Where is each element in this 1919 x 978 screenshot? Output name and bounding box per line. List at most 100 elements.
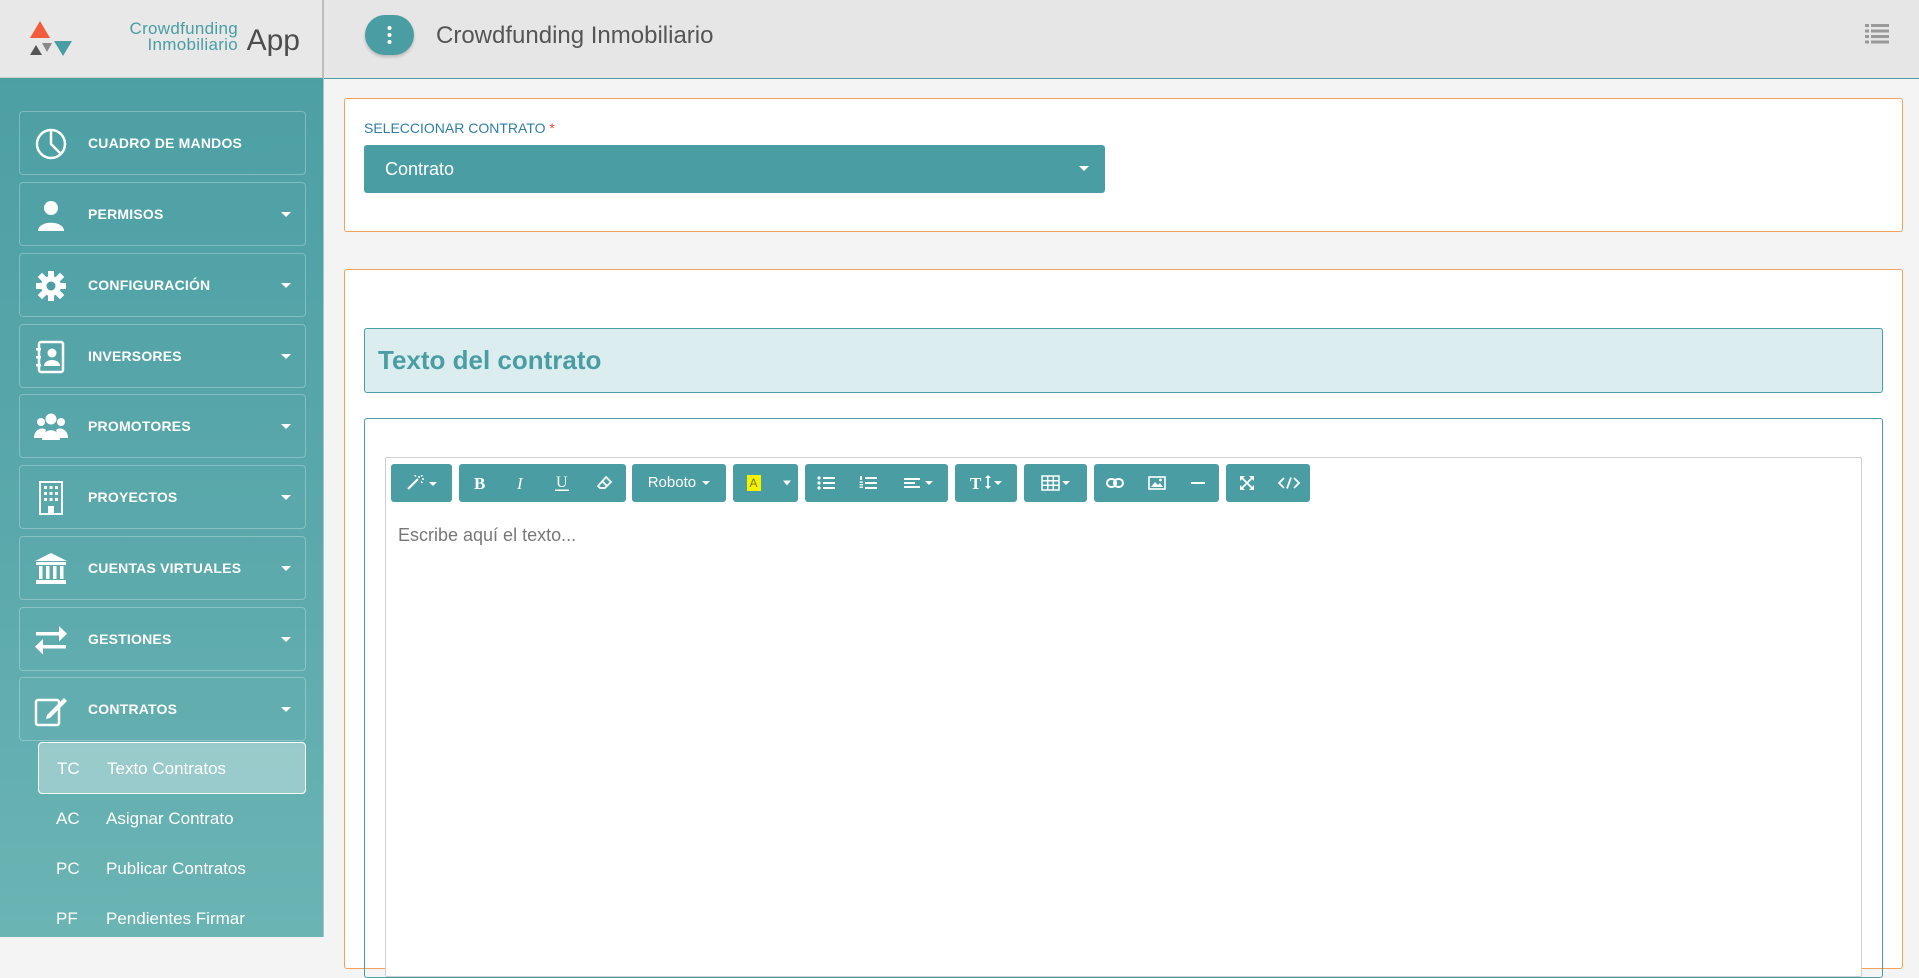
nav-item-inversores[interactable]: INVERSORES (19, 324, 306, 388)
bank-icon (35, 553, 67, 584)
rich-text-editor[interactable]: B I U Roboto A T Escribe aquí el texto..… (385, 457, 1862, 977)
svg-text:U: U (556, 474, 568, 491)
align-left-icon (903, 478, 933, 488)
style-button[interactable] (391, 464, 452, 502)
toolbar-group-height: T (955, 464, 1017, 502)
bullet-list-icon (817, 476, 835, 490)
svg-text:I: I (516, 475, 524, 491)
vertical-dots-icon (387, 26, 392, 44)
italic-button[interactable]: I (500, 464, 541, 502)
chevron-down-icon (281, 637, 291, 642)
logo-line2: Inmobiliario (147, 35, 238, 54)
logo[interactable]: Crowdfunding Inmobiliario App (0, 0, 324, 78)
color-dropdown-button[interactable] (775, 464, 798, 502)
sidebar-toggle-button[interactable] (365, 15, 414, 55)
italic-icon: I (516, 475, 524, 491)
clear-format-button[interactable] (583, 464, 626, 502)
edit-icon (34, 698, 67, 727)
chevron-down-icon (281, 283, 291, 288)
transfer-icon (35, 626, 67, 655)
user-icon (38, 201, 64, 231)
section-title: Texto del contrato (378, 345, 602, 375)
toolbar-group-paragraph (805, 464, 948, 502)
section-title-panel: Texto del contrato (364, 328, 1883, 393)
insert-image-button[interactable] (1136, 464, 1177, 502)
bold-icon: B (474, 475, 485, 491)
text-height-icon: T (970, 474, 1002, 492)
toolbar-group-format: B I U (459, 464, 626, 502)
nav-item-proyectos[interactable]: PROYECTOS (19, 465, 306, 529)
nav-item-cuentas-virtuales[interactable]: CUENTAS VIRTUALES (19, 536, 306, 600)
unordered-list-button[interactable] (805, 464, 847, 502)
fullscreen-button[interactable] (1226, 464, 1268, 502)
contract-select-label-text: SELECCIONAR CONTRATO (364, 120, 546, 136)
contact-book-icon (36, 340, 65, 374)
bold-button[interactable]: B (459, 464, 500, 502)
subnav-item-texto-contratos[interactable]: TC Texto Contratos (38, 742, 306, 794)
chevron-down-icon (281, 707, 291, 712)
logo-app: App (246, 24, 300, 57)
toolbar-group-insert (1094, 464, 1219, 502)
subnav-abbr: AC (56, 809, 80, 828)
nav-item-configuracion[interactable]: CONFIGURACIÓN (19, 253, 306, 317)
editor-container: B I U Roboto A T Escribe aquí el texto..… (364, 418, 1883, 978)
editor-placeholder: Escribe aquí el texto... (398, 525, 577, 545)
chevron-down-icon (281, 566, 291, 571)
nav-item-label: GESTIONES (88, 631, 172, 647)
subnav-abbr: TC (57, 759, 80, 778)
numbered-list-icon (859, 476, 877, 489)
group-icon (34, 413, 68, 440)
font-name-button[interactable]: Roboto (632, 464, 726, 502)
nav-item-gestiones[interactable]: GESTIONES (19, 607, 306, 671)
subnav-item-publicar-contratos[interactable]: PC Publicar Contratos (38, 843, 306, 895)
nav-item-label: PROMOTORES (88, 418, 191, 434)
toolbar-group-style (391, 464, 452, 502)
toolbar-group-table (1024, 464, 1087, 502)
required-mark: * (549, 120, 555, 136)
ordered-list-button[interactable] (847, 464, 889, 502)
chevron-down-icon (1079, 166, 1089, 171)
chevron-down-icon (281, 212, 291, 217)
svg-text:T: T (970, 474, 982, 492)
underline-icon: U (555, 474, 569, 491)
contract-select-label: SELECCIONAR CONTRATO * (364, 120, 555, 136)
subnav-item-asignar-contrato[interactable]: AC Asignar Contrato (38, 793, 306, 845)
subnav-label: Asignar Contrato (106, 809, 234, 828)
contract-select[interactable]: Contrato (364, 145, 1105, 193)
top-header: Crowdfunding Inmobiliario (324, 0, 1919, 79)
nav-item-contratos[interactable]: CONTRATOS (19, 677, 306, 741)
table-button[interactable] (1024, 464, 1087, 502)
page-title: Crowdfunding Inmobiliario (436, 22, 714, 49)
align-button[interactable] (889, 464, 948, 502)
eraser-icon (596, 475, 612, 489)
magic-wand-icon (406, 475, 437, 490)
nav-item-label: PERMISOS (88, 206, 164, 222)
font-name-label: Roboto (647, 474, 697, 491)
nav-item-cuadro-de-mandos[interactable]: CUADRO DE MANDOS (19, 111, 306, 175)
code-icon (1278, 477, 1300, 489)
line-height-button[interactable]: T (955, 464, 1017, 502)
underline-button[interactable]: U (541, 464, 583, 502)
nav-item-permisos[interactable]: PERMISOS (19, 182, 306, 246)
list-icon[interactable] (1865, 22, 1889, 44)
horizontal-rule-button[interactable] (1177, 464, 1219, 502)
sidebar: Crowdfunding Inmobiliario App CUADRO DE … (0, 0, 324, 937)
subnav-item-pendientes-firmar[interactable]: PF Pendientes Firmar (38, 893, 306, 945)
contract-select-card: SELECCIONAR CONTRATO * Contrato (344, 98, 1903, 232)
building-icon (39, 481, 63, 515)
subnav-abbr: PF (56, 909, 78, 928)
nav-item-label: CONTRATOS (88, 701, 178, 717)
contract-text-card: Texto del contrato B I U Roboto A T Escr… (344, 269, 1903, 978)
contract-select-value: Contrato (385, 159, 455, 179)
insert-link-button[interactable] (1094, 464, 1136, 502)
toolbar-group-fontname: Roboto (632, 464, 726, 502)
highlight-color-button[interactable]: A (733, 464, 775, 502)
nav-item-promotores[interactable]: PROMOTORES (19, 394, 306, 458)
svg-text:A: A (750, 476, 758, 490)
subnav-abbr: PC (56, 859, 80, 878)
svg-text:B: B (474, 475, 485, 491)
gear-icon (36, 271, 66, 301)
fullscreen-icon (1240, 476, 1254, 490)
code-view-button[interactable] (1268, 464, 1310, 502)
logo-text: Crowdfunding Inmobiliario App (115, 19, 301, 59)
